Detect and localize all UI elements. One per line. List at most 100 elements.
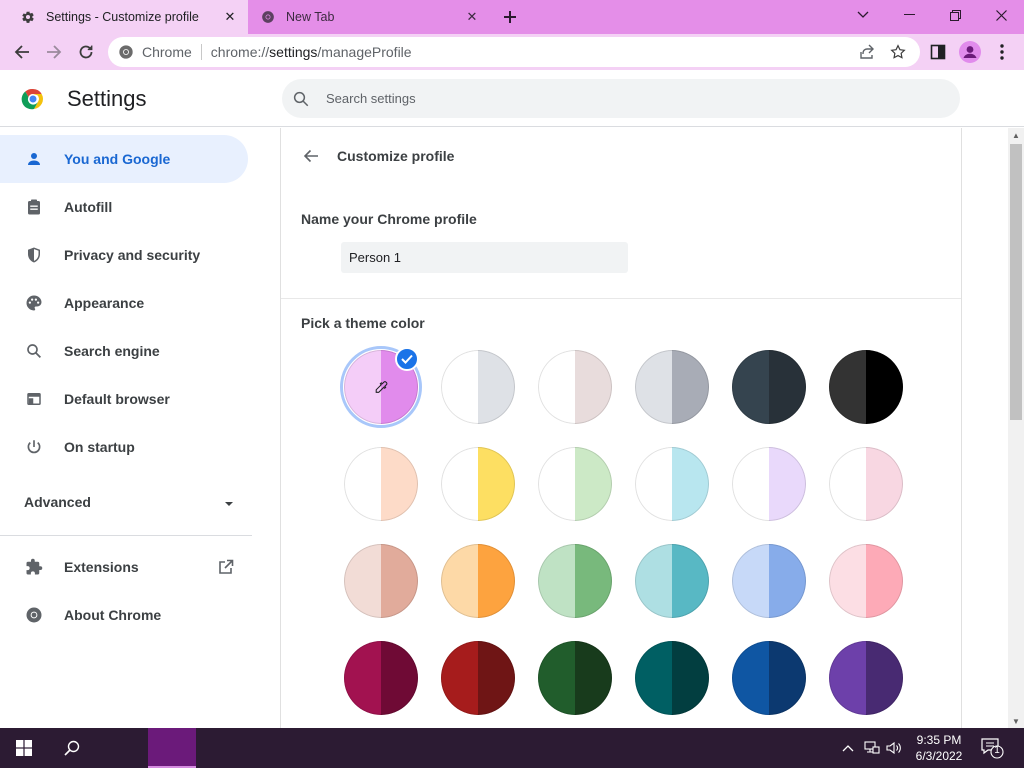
checkmark-icon bbox=[395, 347, 419, 371]
back-arrow-icon[interactable] bbox=[299, 144, 323, 168]
theme-swatch[interactable] bbox=[635, 350, 709, 424]
tab-search-icon[interactable] bbox=[840, 0, 886, 30]
taskbar-clock[interactable]: 9:35 PM 6/3/2022 bbox=[908, 732, 970, 764]
settings-search[interactable] bbox=[282, 79, 960, 118]
address-bar[interactable]: Chrome chrome://settings/manageProfile bbox=[108, 37, 920, 67]
profile-avatar[interactable] bbox=[956, 38, 984, 66]
theme-swatch[interactable] bbox=[829, 641, 903, 715]
reload-button[interactable] bbox=[72, 38, 100, 66]
theme-swatch[interactable] bbox=[732, 544, 806, 618]
notification-count: 1 bbox=[994, 745, 1000, 756]
theme-swatch[interactable] bbox=[732, 447, 806, 521]
swatch-outline bbox=[829, 447, 903, 521]
menu-kebab-icon[interactable] bbox=[988, 38, 1016, 66]
notification-center-icon[interactable]: 1 bbox=[980, 737, 1004, 759]
network-icon[interactable] bbox=[862, 738, 882, 758]
scroll-down-arrow-icon[interactable]: ▼ bbox=[1008, 714, 1024, 728]
theme-swatch[interactable] bbox=[441, 447, 515, 521]
main-content: Customize profile Name your Chrome profi… bbox=[262, 128, 1008, 728]
taskbar-search-icon[interactable] bbox=[48, 728, 96, 768]
minimize-icon[interactable] bbox=[886, 0, 932, 30]
profile-name-input[interactable] bbox=[341, 242, 628, 273]
sidebar-item-appearance[interactable]: Appearance bbox=[0, 279, 248, 327]
windows-taskbar: 9:35 PM 6/3/2022 1 bbox=[0, 728, 1024, 768]
clock-time: 9:35 PM bbox=[916, 733, 962, 747]
new-tab-button[interactable] bbox=[498, 5, 522, 29]
sidebar-item-you-and-google[interactable]: You and Google bbox=[0, 135, 248, 183]
close-tab-icon[interactable]: ✕ bbox=[220, 7, 240, 27]
customize-profile-card: Customize profile Name your Chrome profi… bbox=[280, 128, 962, 728]
sidebar-item-on-startup[interactable]: On startup bbox=[0, 423, 248, 471]
side-panel-icon[interactable] bbox=[924, 38, 952, 66]
search-icon bbox=[292, 89, 312, 109]
swatch-outline bbox=[635, 447, 709, 521]
sidebar-item-privacy[interactable]: Privacy and security bbox=[0, 231, 248, 279]
theme-swatch[interactable] bbox=[538, 641, 612, 715]
theme-swatch[interactable] bbox=[635, 641, 709, 715]
sidebar-item-search-engine[interactable]: Search engine bbox=[0, 327, 248, 375]
theme-swatch[interactable] bbox=[829, 544, 903, 618]
chevron-up-icon[interactable] bbox=[838, 738, 858, 758]
sidebar-advanced-toggle[interactable]: Advanced bbox=[24, 488, 234, 516]
theme-swatch[interactable] bbox=[344, 641, 418, 715]
close-tab-icon[interactable]: ✕ bbox=[462, 7, 482, 27]
theme-swatch[interactable] bbox=[441, 641, 515, 715]
swatch-outline bbox=[538, 641, 612, 715]
sidebar-item-label: Advanced bbox=[24, 494, 91, 510]
theme-swatch[interactable] bbox=[538, 350, 612, 424]
theme-swatch[interactable] bbox=[829, 447, 903, 521]
sidebar-item-about-chrome[interactable]: About Chrome bbox=[0, 591, 248, 639]
volume-icon[interactable] bbox=[884, 738, 904, 758]
swatch-outline bbox=[538, 350, 612, 424]
theme-swatch[interactable] bbox=[635, 447, 709, 521]
power-icon bbox=[24, 437, 44, 457]
settings-sidebar: You and Google Autofill Privacy and secu… bbox=[0, 128, 262, 728]
swatch-outline bbox=[538, 544, 612, 618]
search-input[interactable] bbox=[326, 91, 826, 106]
palette-icon bbox=[24, 293, 44, 313]
bookmark-star-icon[interactable] bbox=[888, 43, 908, 61]
sidebar-item-label: You and Google bbox=[64, 151, 171, 167]
theme-swatch[interactable] bbox=[829, 350, 903, 424]
theme-swatch[interactable] bbox=[344, 447, 418, 521]
tab-title: New Tab bbox=[286, 10, 335, 24]
tab-new-tab[interactable]: New Tab ✕ bbox=[248, 0, 490, 34]
sidebar-item-extensions[interactable]: Extensions bbox=[0, 543, 248, 591]
sidebar-item-label: Appearance bbox=[64, 295, 145, 311]
theme-swatch[interactable] bbox=[538, 544, 612, 618]
swatch-outline bbox=[732, 350, 806, 424]
taskbar-chrome-app[interactable] bbox=[148, 728, 196, 768]
theme-color-label: Pick a theme color bbox=[301, 315, 425, 331]
scroll-up-arrow-icon[interactable]: ▲ bbox=[1008, 128, 1024, 142]
theme-swatch[interactable] bbox=[732, 641, 806, 715]
swatch-outline bbox=[538, 447, 612, 521]
swatch-outline bbox=[344, 544, 418, 618]
sidebar-item-default-browser[interactable]: Default browser bbox=[0, 375, 248, 423]
theme-swatch[interactable] bbox=[441, 350, 515, 424]
back-button[interactable] bbox=[8, 38, 36, 66]
eyedropper-icon bbox=[371, 377, 391, 397]
theme-swatch[interactable] bbox=[344, 544, 418, 618]
sidebar-item-label: Search engine bbox=[64, 343, 160, 359]
sidebar-item-label: Extensions bbox=[64, 559, 139, 575]
theme-swatch[interactable] bbox=[538, 447, 612, 521]
scroll-thumb[interactable] bbox=[1010, 144, 1022, 420]
tab-settings[interactable]: Settings - Customize profile ✕ bbox=[0, 0, 248, 34]
url-text: chrome://settings/manageProfile bbox=[211, 44, 412, 60]
forward-button[interactable] bbox=[40, 38, 68, 66]
browser-toolbar: Chrome chrome://settings/manageProfile bbox=[0, 34, 1024, 70]
windows-start-icon[interactable] bbox=[0, 728, 48, 768]
share-icon[interactable] bbox=[857, 43, 877, 61]
theme-swatch[interactable] bbox=[732, 350, 806, 424]
page-scrollbar[interactable]: ▲ ▼ bbox=[1008, 128, 1024, 728]
theme-swatch[interactable] bbox=[441, 544, 515, 618]
swatch-outline bbox=[344, 447, 418, 521]
sidebar-item-autofill[interactable]: Autofill bbox=[0, 183, 248, 231]
clipboard-icon bbox=[24, 197, 44, 217]
restore-icon[interactable] bbox=[932, 0, 978, 30]
puzzle-icon bbox=[24, 557, 44, 577]
theme-swatch[interactable] bbox=[635, 544, 709, 618]
shield-icon bbox=[24, 245, 44, 265]
swatch-outline bbox=[441, 447, 515, 521]
close-window-icon[interactable] bbox=[978, 0, 1024, 30]
